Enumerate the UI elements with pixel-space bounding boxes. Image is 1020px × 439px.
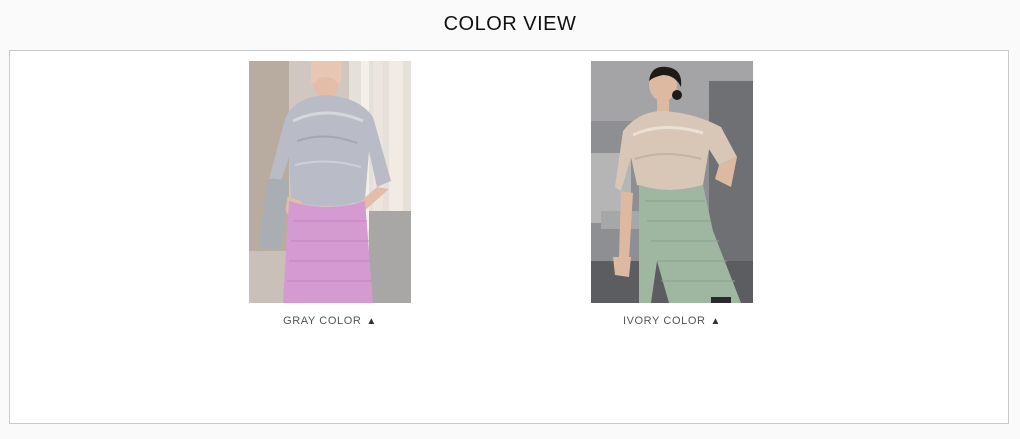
color-view-page: COLOR VIEW GRAY COLOR ▲ IVORY COLOR ▲ (0, 0, 1020, 439)
triangle-up-icon: ▲ (710, 315, 722, 327)
gray-color-photo[interactable] (249, 61, 411, 303)
ivory-color-label[interactable]: IVORY COLOR ▲ (623, 315, 721, 327)
color-card-ivory[interactable]: IVORY COLOR ▲ (591, 61, 753, 329)
ivory-color-text: IVORY COLOR (622, 315, 706, 327)
ivory-color-photo[interactable] (591, 61, 753, 303)
triangle-up-icon: ▲ (366, 315, 377, 327)
color-view-panel (9, 50, 1009, 424)
color-card-gray[interactable]: GRAY COLOR ▲ (249, 61, 411, 329)
gray-color-label[interactable]: GRAY COLOR ▲ (283, 315, 377, 327)
section-title: COLOR VIEW (443, 13, 577, 35)
gray-color-text: GRAY COLOR (283, 315, 362, 327)
